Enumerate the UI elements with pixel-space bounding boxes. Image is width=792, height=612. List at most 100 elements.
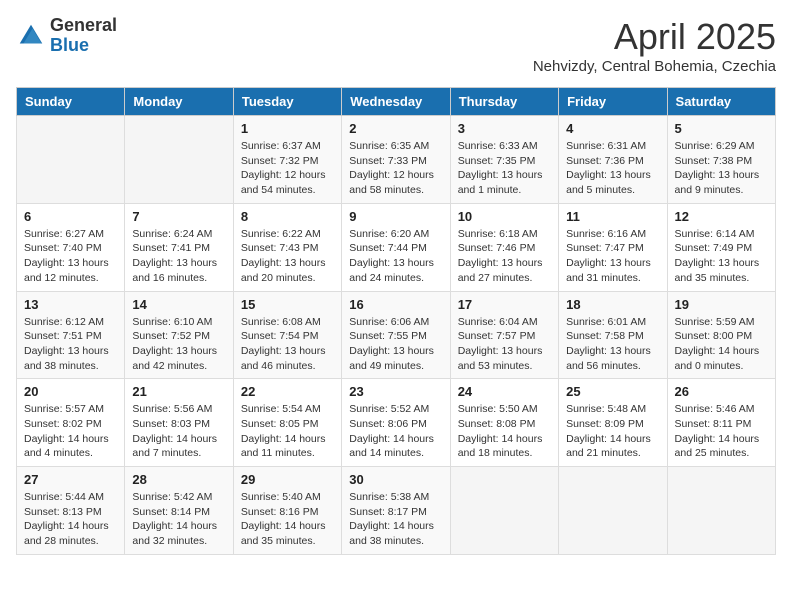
page-header: General Blue April 2025 Nehvizdy, Centra… — [16, 16, 776, 75]
column-header-saturday: Saturday — [667, 88, 775, 116]
calendar-cell: 21Sunrise: 5:56 AMSunset: 8:03 PMDayligh… — [125, 379, 233, 467]
calendar-cell: 5 Sunrise: 6:29 AMSunset: 7:38 PMDaylight… — [667, 116, 775, 204]
day-info: Sunrise: 5:50 AMSunset: 8:08 PMDaylight:… — [458, 402, 551, 461]
logo: General Blue — [16, 16, 117, 56]
month-title: April 2025 — [533, 16, 776, 58]
day-number: 13 — [24, 297, 117, 312]
calendar-cell: 10Sunrise: 6:18 AMSunset: 7:46 PMDayligh… — [450, 203, 558, 291]
day-number: 17 — [458, 297, 551, 312]
calendar-cell: 12 Sunrise: 6:14 AMSunset: 7:49 PMDayligh… — [667, 203, 775, 291]
location: Nehvizdy, Central Bohemia, Czechia — [533, 58, 776, 75]
calendar-week-5: 27Sunrise: 5:44 AMSunset: 8:13 PMDayligh… — [17, 467, 776, 555]
column-header-tuesday: Tuesday — [233, 88, 341, 116]
calendar-week-1: 1 Sunrise: 6:37 AMSunset: 7:32 PMDaylight… — [17, 116, 776, 204]
column-header-sunday: Sunday — [17, 88, 125, 116]
day-info: Sunrise: 5:46 AMSunset: 8:11 PMDaylight:… — [675, 402, 768, 461]
calendar-cell: 11 Sunrise: 6:16 AMSunset: 7:47 PMDayligh… — [559, 203, 667, 291]
calendar-cell — [559, 467, 667, 555]
day-number: 21 — [132, 384, 225, 399]
day-number: 9 — [349, 209, 442, 224]
day-info: Sunrise: 6:20 AMSunset: 7:44 PMDaylight:… — [349, 227, 442, 286]
day-number: 30 — [349, 472, 442, 487]
day-number: 5 — [675, 121, 768, 136]
day-info: Sunrise: 5:42 AMSunset: 8:14 PMDaylight:… — [132, 490, 225, 549]
day-number: 23 — [349, 384, 442, 399]
day-number: 12 — [675, 209, 768, 224]
day-info: Sunrise: 6:06 AMSunset: 7:55 PMDaylight:… — [349, 315, 442, 374]
day-number: 18 — [566, 297, 659, 312]
column-header-thursday: Thursday — [450, 88, 558, 116]
day-number: 14 — [132, 297, 225, 312]
calendar-week-2: 6 Sunrise: 6:27 AMSunset: 7:40 PMDaylight… — [17, 203, 776, 291]
day-number: 11 — [566, 209, 659, 224]
day-number: 26 — [675, 384, 768, 399]
calendar-cell: 20 Sunrise: 5:57 AMSunset: 8:02 PMDayligh… — [17, 379, 125, 467]
day-info: Sunrise: 6:18 AMSunset: 7:46 PMDaylight:… — [458, 227, 551, 286]
logo-blue-text: Blue — [50, 36, 117, 56]
day-number: 24 — [458, 384, 551, 399]
calendar-table: SundayMondayTuesdayWednesdayThursdayFrid… — [16, 87, 776, 555]
day-number: 3 — [458, 121, 551, 136]
calendar-week-4: 20 Sunrise: 5:57 AMSunset: 8:02 PMDayligh… — [17, 379, 776, 467]
day-info: Sunrise: 6:33 AMSunset: 7:35 PMDaylight:… — [458, 139, 551, 198]
calendar-cell: 23 Sunrise: 5:52 AMSunset: 8:06 PMDayligh… — [342, 379, 450, 467]
day-number: 1 — [241, 121, 334, 136]
logo-general-text: General — [50, 16, 117, 36]
day-info: Sunrise: 6:10 AMSunset: 7:52 PMDaylight:… — [132, 315, 225, 374]
day-info: Sunrise: 5:57 AMSunset: 8:02 PMDaylight:… — [24, 402, 117, 461]
day-number: 6 — [24, 209, 117, 224]
calendar-cell: 17 Sunrise: 6:04 AMSunset: 7:57 PMDayligh… — [450, 291, 558, 379]
calendar-cell: 14 Sunrise: 6:10 AMSunset: 7:52 PMDayligh… — [125, 291, 233, 379]
calendar-cell: 6 Sunrise: 6:27 AMSunset: 7:40 PMDaylight… — [17, 203, 125, 291]
calendar-cell: 25Sunrise: 5:48 AMSunset: 8:09 PMDayligh… — [559, 379, 667, 467]
day-info: Sunrise: 6:01 AMSunset: 7:58 PMDaylight:… — [566, 315, 659, 374]
day-number: 28 — [132, 472, 225, 487]
day-number: 16 — [349, 297, 442, 312]
title-block: April 2025 Nehvizdy, Central Bohemia, Cz… — [533, 16, 776, 75]
day-info: Sunrise: 6:04 AMSunset: 7:57 PMDaylight:… — [458, 315, 551, 374]
column-header-friday: Friday — [559, 88, 667, 116]
column-header-monday: Monday — [125, 88, 233, 116]
day-number: 25 — [566, 384, 659, 399]
day-info: Sunrise: 6:29 AMSunset: 7:38 PMDaylight:… — [675, 139, 768, 198]
calendar-cell — [17, 116, 125, 204]
day-number: 7 — [132, 209, 225, 224]
calendar-cell: 29Sunrise: 5:40 AMSunset: 8:16 PMDayligh… — [233, 467, 341, 555]
calendar-week-3: 13 Sunrise: 6:12 AMSunset: 7:51 PMDayligh… — [17, 291, 776, 379]
calendar-cell — [667, 467, 775, 555]
day-info: Sunrise: 6:27 AMSunset: 7:40 PMDaylight:… — [24, 227, 117, 286]
column-header-wednesday: Wednesday — [342, 88, 450, 116]
calendar-cell: 2 Sunrise: 6:35 AMSunset: 7:33 PMDaylight… — [342, 116, 450, 204]
day-number: 20 — [24, 384, 117, 399]
day-info: Sunrise: 6:35 AMSunset: 7:33 PMDaylight:… — [349, 139, 442, 198]
day-number: 2 — [349, 121, 442, 136]
calendar-cell: 27Sunrise: 5:44 AMSunset: 8:13 PMDayligh… — [17, 467, 125, 555]
calendar-cell: 7 Sunrise: 6:24 AMSunset: 7:41 PMDaylight… — [125, 203, 233, 291]
calendar-cell: 30Sunrise: 5:38 AMSunset: 8:17 PMDayligh… — [342, 467, 450, 555]
day-number: 15 — [241, 297, 334, 312]
day-info: Sunrise: 6:14 AMSunset: 7:49 PMDaylight:… — [675, 227, 768, 286]
logo-text: General Blue — [50, 16, 117, 56]
day-info: Sunrise: 6:22 AMSunset: 7:43 PMDaylight:… — [241, 227, 334, 286]
calendar-cell: 1 Sunrise: 6:37 AMSunset: 7:32 PMDaylight… — [233, 116, 341, 204]
calendar-cell: 26 Sunrise: 5:46 AMSunset: 8:11 PMDayligh… — [667, 379, 775, 467]
day-number: 4 — [566, 121, 659, 136]
calendar-cell: 3 Sunrise: 6:33 AMSunset: 7:35 PMDaylight… — [450, 116, 558, 204]
calendar-cell: 16 Sunrise: 6:06 AMSunset: 7:55 PMDayligh… — [342, 291, 450, 379]
calendar-cell: 15Sunrise: 6:08 AMSunset: 7:54 PMDayligh… — [233, 291, 341, 379]
day-info: Sunrise: 5:52 AMSunset: 8:06 PMDaylight:… — [349, 402, 442, 461]
day-info: Sunrise: 6:31 AMSunset: 7:36 PMDaylight:… — [566, 139, 659, 198]
calendar-cell: 22Sunrise: 5:54 AMSunset: 8:05 PMDayligh… — [233, 379, 341, 467]
day-info: Sunrise: 6:16 AMSunset: 7:47 PMDaylight:… — [566, 227, 659, 286]
day-info: Sunrise: 6:37 AMSunset: 7:32 PMDaylight:… — [241, 139, 334, 198]
day-number: 27 — [24, 472, 117, 487]
logo-icon — [16, 21, 46, 51]
calendar-cell: 13 Sunrise: 6:12 AMSunset: 7:51 PMDayligh… — [17, 291, 125, 379]
day-info: Sunrise: 6:24 AMSunset: 7:41 PMDaylight:… — [132, 227, 225, 286]
day-info: Sunrise: 6:12 AMSunset: 7:51 PMDaylight:… — [24, 315, 117, 374]
calendar-cell: 28 Sunrise: 5:42 AMSunset: 8:14 PMDayligh… — [125, 467, 233, 555]
day-info: Sunrise: 5:59 AMSunset: 8:00 PMDaylight:… — [675, 315, 768, 374]
calendar-cell: 4 Sunrise: 6:31 AMSunset: 7:36 PMDaylight… — [559, 116, 667, 204]
calendar-cell: 9 Sunrise: 6:20 AMSunset: 7:44 PMDaylight… — [342, 203, 450, 291]
day-info: Sunrise: 5:54 AMSunset: 8:05 PMDaylight:… — [241, 402, 334, 461]
